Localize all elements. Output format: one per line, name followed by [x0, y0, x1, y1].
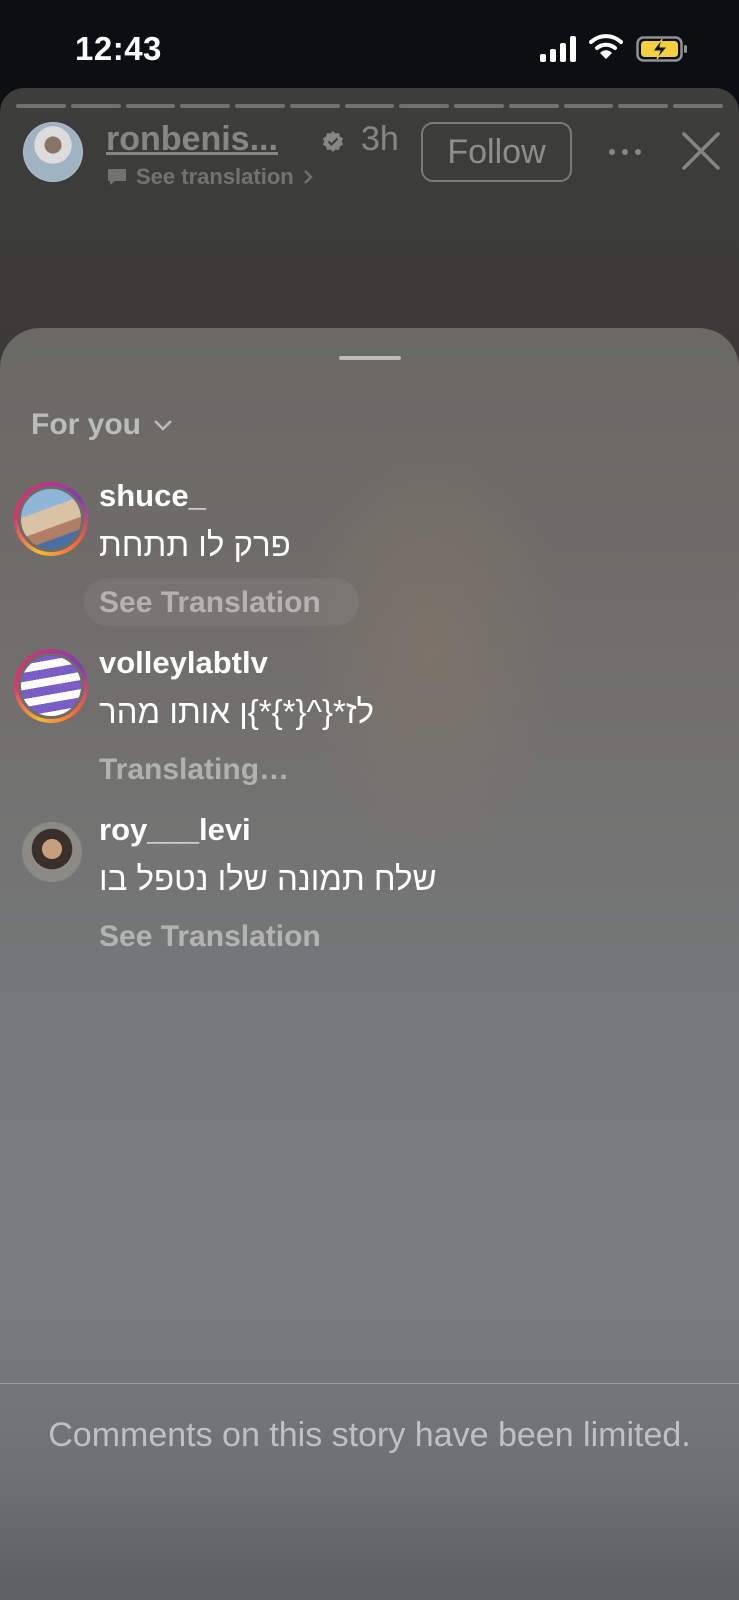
chevron-down-icon — [154, 420, 172, 431]
chevron-right-icon — [303, 170, 313, 184]
status-time: 12:43 — [75, 30, 162, 67]
more-horizontal-icon[interactable] — [607, 142, 643, 162]
see-translation-button[interactable]: See Translation — [99, 586, 321, 620]
close-icon[interactable] — [680, 130, 722, 172]
battery-charging-icon — [636, 36, 687, 62]
divider — [0, 1383, 739, 1384]
comment-username[interactable]: roy___levi — [99, 812, 251, 848]
story-time-ago: 3h — [361, 120, 399, 158]
story-progress-bar — [16, 104, 723, 108]
author-username[interactable]: ronbenis... — [106, 120, 278, 159]
comment-item: volleylabtlv לז*{^{*}*}ן אותו מהר Transl… — [0, 645, 739, 795]
comments-limited-note: Comments on this story have been limited… — [48, 1416, 691, 1454]
comments-sheet: For you shuce_ פרק לו תתחת See Translati… — [0, 328, 739, 1600]
commenter-avatar[interactable] — [14, 482, 88, 556]
see-translation-label: See translation — [136, 164, 294, 189]
commenter-avatar[interactable] — [14, 649, 88, 723]
status-bar: 12:43 — [0, 0, 739, 90]
translate-icon — [108, 169, 126, 185]
verified-badge-icon — [323, 131, 343, 152]
see-translation-link[interactable]: See translation — [106, 164, 314, 190]
wifi-icon — [589, 34, 623, 59]
commenter-avatar[interactable] — [22, 822, 82, 882]
story-screen: 12:43 ronbenis... 3h See translation Fol… — [0, 0, 739, 1600]
see-translation-button[interactable]: See Translation — [99, 920, 321, 954]
comment-item: roy___levi שלח תמונה שלו נטפל בו See Tra… — [0, 812, 739, 962]
story-header: ronbenis... 3h See translation Follow — [0, 120, 739, 189]
translating-status: Translating… — [99, 753, 290, 786]
comment-username[interactable]: volleylabtlv — [99, 645, 268, 681]
filter-label: For you — [31, 408, 141, 441]
comment-text: שלח תמונה שלו נטפל בו — [99, 860, 437, 897]
comment-text: לז*{^{*}*}ן אותו מהר — [99, 693, 375, 730]
author-avatar[interactable] — [23, 122, 83, 182]
cellular-signal-icon — [540, 36, 576, 62]
comments-filter-dropdown[interactable]: For you — [31, 408, 173, 442]
comment-username[interactable]: shuce_ — [99, 478, 206, 514]
sheet-grabber[interactable] — [339, 356, 401, 360]
comment-item: shuce_ פרק לו תתחת See Translation — [0, 478, 739, 628]
comment-text: פרק לו תתחת — [99, 526, 291, 563]
follow-button[interactable]: Follow — [421, 122, 572, 182]
